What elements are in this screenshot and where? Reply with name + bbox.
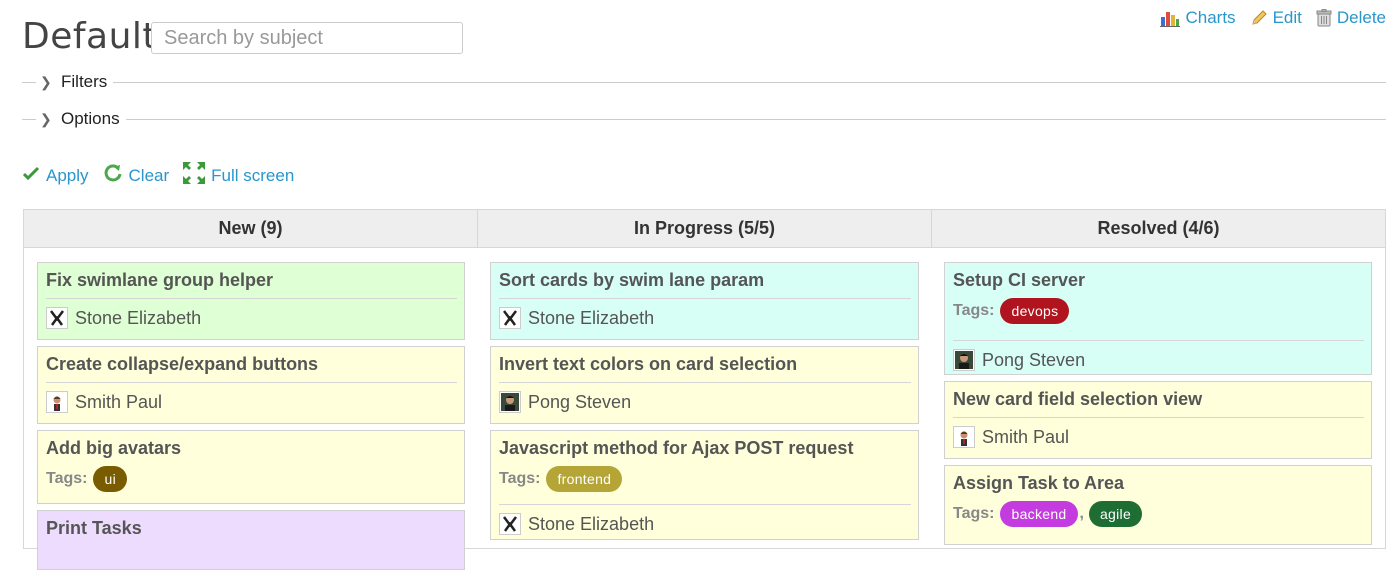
column-header-new: New (9) <box>24 210 478 247</box>
card-assignee: Pong Steven <box>953 349 1364 380</box>
assignee-name[interactable]: Stone Elizabeth <box>528 308 654 329</box>
assignee-name[interactable]: Stone Elizabeth <box>528 514 654 535</box>
charts-label: Charts <box>1185 8 1236 27</box>
page-title: Default <box>22 16 158 57</box>
delete-link[interactable]: Delete <box>1316 8 1386 28</box>
query-buttons: Apply Clear Full screen <box>22 162 294 189</box>
card-tags: Tags: ui <box>46 466 457 492</box>
card-tags: Tags: frontend <box>499 466 911 492</box>
edit-link[interactable]: Edit <box>1250 8 1302 28</box>
column-new: Fix swimlane group helper Stone Elizabet… <box>37 262 465 576</box>
card-assignee: Stone Elizabeth <box>46 307 457 338</box>
issue-card[interactable]: Add big avatars Tags: ui <box>37 430 465 504</box>
issue-card[interactable]: Sort cards by swim lane param Stone Eliz… <box>490 262 919 340</box>
tag-badge[interactable]: agile <box>1088 501 1143 527</box>
tags-label: Tags: <box>499 470 541 487</box>
assignee-name[interactable]: Pong Steven <box>528 392 631 413</box>
avatar <box>953 349 975 371</box>
filters-legend[interactable]: Filters <box>61 72 107 92</box>
chevron-right-icon: ❯ <box>40 110 52 127</box>
clear-button[interactable]: Clear <box>103 163 170 188</box>
charts-link[interactable]: Charts <box>1160 8 1236 28</box>
column-resolved: Setup CI server Tags: devops Pong Steven… <box>944 262 1372 551</box>
issue-card[interactable]: Print Tasks <box>37 510 465 570</box>
delete-label: Delete <box>1336 8 1386 27</box>
fullscreen-icon <box>183 162 206 189</box>
card-title[interactable]: Invert text colors on card selection <box>499 354 911 374</box>
column-header-in-progress: In Progress (5/5) <box>478 210 932 247</box>
card-title[interactable]: Fix swimlane group helper <box>46 270 457 290</box>
card-title[interactable]: Setup CI server <box>953 270 1364 290</box>
avatar <box>499 391 521 413</box>
card-assignee: Pong Steven <box>499 391 911 422</box>
tags-label: Tags: <box>46 470 88 487</box>
tags-label: Tags: <box>953 302 995 319</box>
search-input[interactable] <box>151 22 463 54</box>
issue-card[interactable]: Setup CI server Tags: devops Pong Steven <box>944 262 1372 375</box>
card-tags: Tags: backend , agile <box>953 501 1364 527</box>
issue-card[interactable]: Invert text colors on card selection Pon… <box>490 346 919 424</box>
assignee-name[interactable]: Smith Paul <box>75 392 162 413</box>
tag-badge[interactable]: devops <box>1000 298 1070 324</box>
card-title[interactable]: Assign Task to Area <box>953 473 1364 493</box>
column-header-resolved: Resolved (4/6) <box>1097 218 1220 238</box>
card-assignee: Stone Elizabeth <box>499 307 911 338</box>
avatar <box>953 426 975 448</box>
card-assignee: Smith Paul <box>953 426 1364 457</box>
issue-card[interactable]: New card field selection view Smith Paul <box>944 381 1372 459</box>
card-title[interactable]: Create collapse/expand buttons <box>46 354 457 374</box>
agile-board: New (9) In Progress (5/5) Resolved (4/6)… <box>23 209 1386 570</box>
apply-label: Apply <box>46 165 89 185</box>
issue-card[interactable]: Create collapse/expand buttons Smith Pau… <box>37 346 465 424</box>
card-tags: Tags: devops <box>953 298 1364 324</box>
issue-card[interactable]: Assign Task to Area Tags: backend , agil… <box>944 465 1372 545</box>
reload-icon <box>103 163 123 188</box>
pencil-icon <box>1250 9 1268 27</box>
checkmark-icon <box>22 165 40 186</box>
card-assignee: Stone Elizabeth <box>499 513 911 544</box>
trash-icon <box>1316 9 1332 27</box>
tag-badge[interactable]: backend <box>1000 501 1078 527</box>
board-body: Fix swimlane group helper Stone Elizabet… <box>24 248 1385 570</box>
tag-badge[interactable]: frontend <box>546 466 623 492</box>
avatar <box>499 307 521 329</box>
card-title[interactable]: Javascript method for Ajax POST request <box>499 438 911 458</box>
apply-button[interactable]: Apply <box>22 165 89 186</box>
fullscreen-button[interactable]: Full screen <box>183 162 294 189</box>
clear-label: Clear <box>128 165 170 185</box>
card-assignee: Smith Paul <box>46 391 457 422</box>
filters-fieldset[interactable]: ❯ Filters <box>22 72 1386 92</box>
assignee-name[interactable]: Stone Elizabeth <box>75 308 201 329</box>
top-actions: Charts Edit Delete <box>1160 8 1386 28</box>
avatar <box>46 307 68 329</box>
tag-badge[interactable]: ui <box>93 466 127 492</box>
card-title[interactable]: New card field selection view <box>953 389 1364 409</box>
avatar <box>46 391 68 413</box>
chart-icon <box>1160 9 1181 27</box>
edit-label: Edit <box>1272 8 1302 27</box>
issue-card[interactable]: Javascript method for Ajax POST request … <box>490 430 919 540</box>
card-title[interactable]: Sort cards by swim lane param <box>499 270 911 290</box>
board-header: New (9) In Progress (5/5) Resolved (4/6) <box>24 210 1385 248</box>
options-fieldset[interactable]: ❯ Options <box>22 109 1386 129</box>
fullscreen-label: Full screen <box>211 165 295 185</box>
card-title[interactable]: Print Tasks <box>46 518 457 538</box>
assignee-name[interactable]: Smith Paul <box>982 427 1069 448</box>
tags-label: Tags: <box>953 505 995 522</box>
issue-card[interactable]: Fix swimlane group helper Stone Elizabet… <box>37 262 465 340</box>
options-legend[interactable]: Options <box>61 109 120 129</box>
avatar <box>499 513 521 535</box>
card-title[interactable]: Add big avatars <box>46 438 457 458</box>
column-in-progress: Sort cards by swim lane param Stone Eliz… <box>490 262 919 546</box>
chevron-right-icon: ❯ <box>40 73 52 90</box>
assignee-name[interactable]: Pong Steven <box>982 350 1085 371</box>
